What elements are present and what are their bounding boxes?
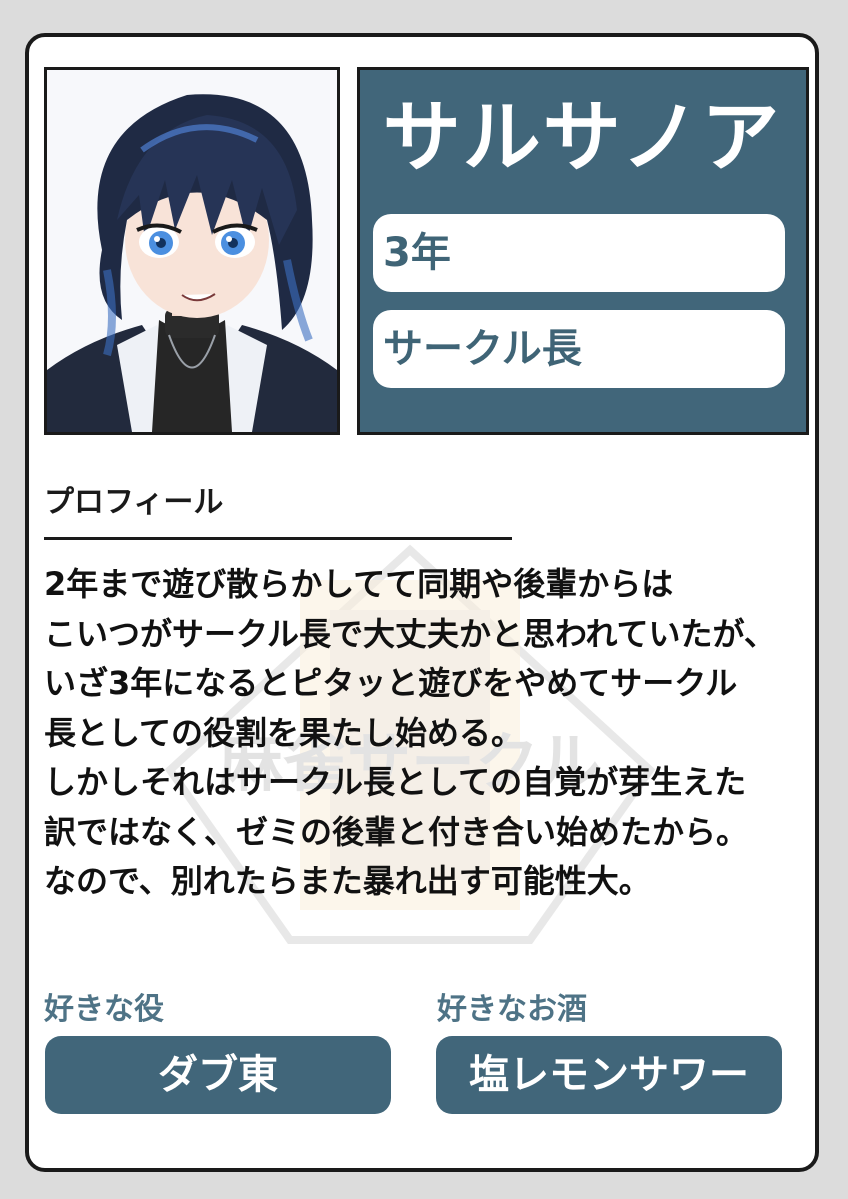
year-badge: 3年: [373, 214, 785, 292]
profile-divider: [44, 537, 512, 540]
favorite-role-label: 好きな役: [44, 992, 164, 1027]
position-badge: サークル長: [373, 310, 785, 388]
favorite-drink-label: 好きなお酒: [437, 992, 587, 1027]
profile-line: 2年まで遊び散らかしてて同期や後輩からは: [44, 565, 674, 603]
profile-line: なので、別れたらまた暴れ出す可能性大。: [44, 862, 651, 900]
profile-line: 訳ではなく、ゼミの後輩と付き合い始めたから。: [44, 812, 749, 851]
favorite-role-value: ダブ東: [45, 1036, 391, 1114]
profile-heading: プロフィール: [44, 485, 224, 520]
profile-text: 2年まで遊び散らかしてて同期や後輩からは こいつがサークル長で大丈夫かと思われて…: [44, 560, 804, 907]
favorite-drink-value: 塩レモンサワー: [436, 1036, 782, 1114]
profile-line: 長としての役割を果たし始める。: [44, 713, 524, 752]
profile-line: こいつがサークル長で大丈夫かと思われていたが、: [44, 614, 776, 653]
character-portrait: [44, 67, 340, 435]
profile-line: いざ3年になるとピタッと遊びをやめてサークル: [44, 664, 738, 702]
profile-line: しかしそれはサークル長としての自覚が芽生えた: [44, 763, 747, 801]
character-name: サルサノア: [382, 93, 782, 183]
